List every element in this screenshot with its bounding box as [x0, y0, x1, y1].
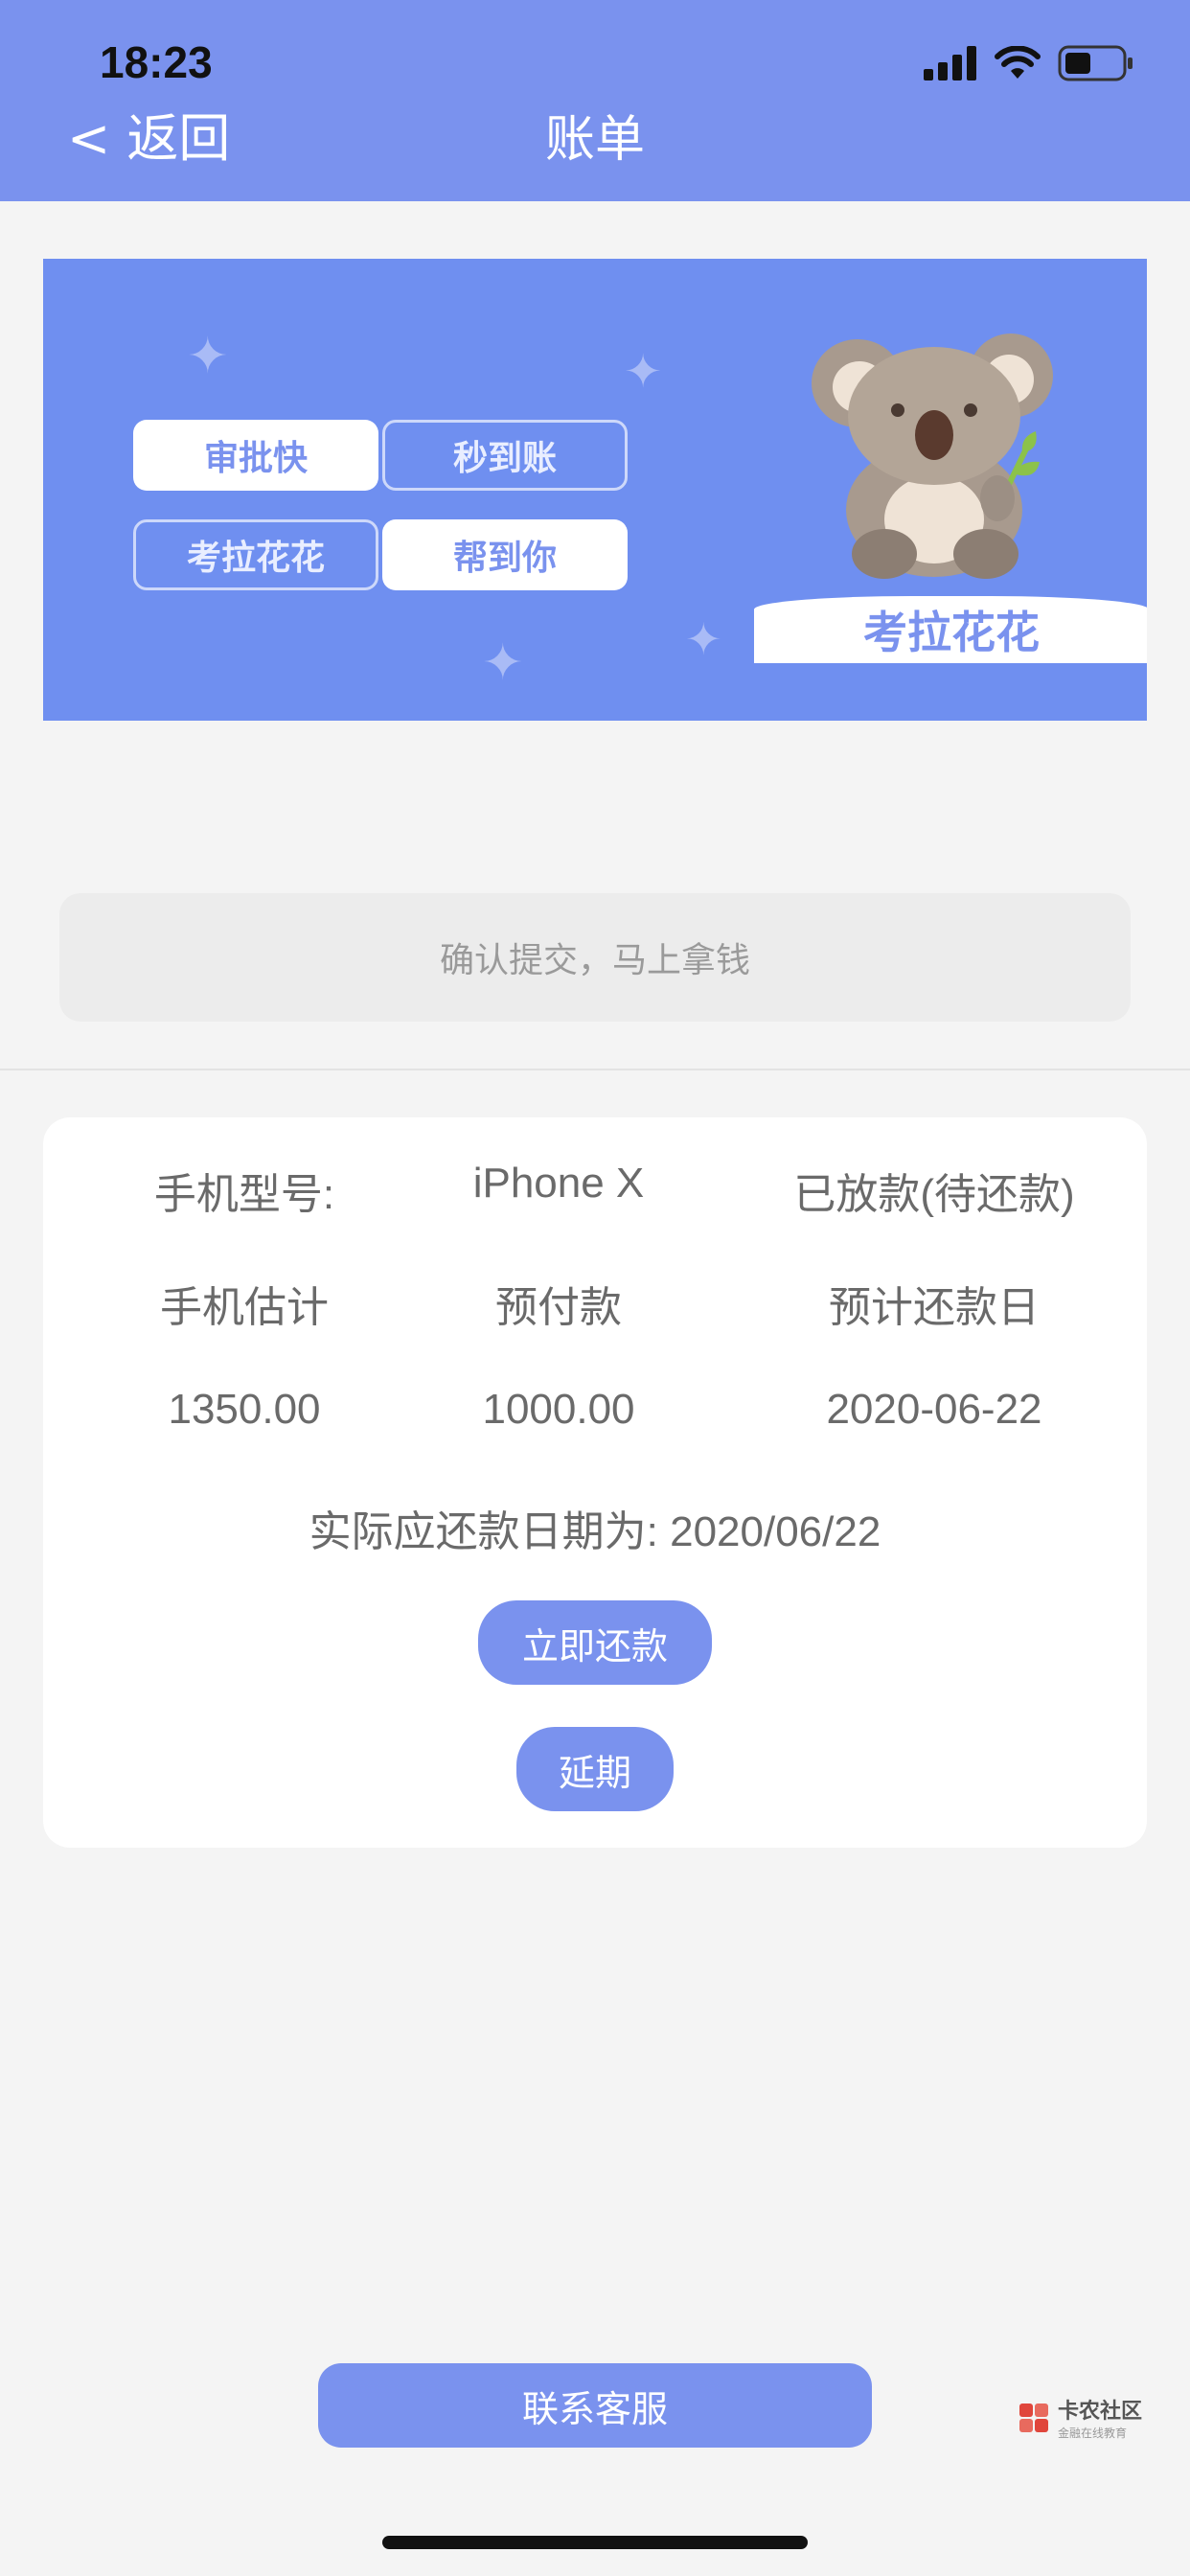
watermark-main-text: 卡农社区: [1058, 2400, 1143, 2424]
prepayment-header: 预付款: [495, 1284, 622, 1331]
koala-illustration: [812, 334, 1053, 579]
signal-icon: [924, 46, 976, 80]
confirm-submit-button[interactable]: 确认提交，马上拿钱: [59, 893, 1131, 1022]
sparkle-icon: ✦: [187, 328, 229, 385]
banner-chip: 审批快: [133, 420, 378, 491]
banner-chip: 帮到你: [382, 519, 628, 590]
bill-card: 手机型号: iPhone X 已放款(待还款) 手机估计 预付款 预计还款日 1…: [43, 1117, 1147, 1848]
confirm-submit-label: 确认提交，马上拿钱: [439, 941, 750, 980]
contact-service-button[interactable]: 联系客服: [318, 2363, 872, 2448]
repay-now-label: 立即还款: [521, 1624, 668, 1668]
phone-estimate-value: 1350.00: [168, 1386, 321, 1433]
sparkle-icon: ✦: [624, 345, 663, 399]
repay-now-button[interactable]: 立即还款: [478, 1600, 712, 1685]
header-bar: 18:23 < 返回 账单: [0, 0, 1190, 201]
prepayment-value: 1000.00: [482, 1386, 635, 1433]
home-indicator[interactable]: [382, 2536, 808, 2549]
expected-repay-date-header: 预计还款日: [829, 1284, 1040, 1331]
loan-status: 已放款(待还款): [793, 1171, 1075, 1218]
contact-service-label: 联系客服: [521, 2387, 668, 2430]
banner-chip: 秒到账: [382, 420, 628, 491]
status-time: 18:23: [100, 37, 213, 87]
sparkle-icon: ✦: [482, 634, 524, 692]
expected-repay-date-value: 2020-06-22: [826, 1386, 1042, 1433]
status-icons: [924, 44, 1134, 82]
actual-due-date-text: 实际应还款日期为: 2020/06/22: [309, 1508, 881, 1555]
extend-button[interactable]: 延期: [516, 1727, 674, 1811]
extend-label: 延期: [558, 1751, 631, 1794]
watermark-sub-text: 金融在线教育: [1058, 2426, 1128, 2440]
phone-model-label: 手机型号:: [153, 1171, 335, 1218]
phone-estimate-header: 手机估计: [160, 1284, 329, 1331]
promo-banner: ✦ ✦ ✦ ✦ 审批快 秒到账 考拉花花 帮到你 考拉花花: [43, 259, 1147, 721]
sparkle-icon: ✦: [685, 613, 722, 665]
watermark: 卡农社区 金融在线教育: [1018, 2394, 1142, 2441]
banner-chip: 考拉花花: [133, 519, 378, 590]
watermark-logo-icon: [1019, 2403, 1048, 2432]
wifi-icon: [995, 46, 1041, 79]
banner-brand-label: 考拉花花: [754, 596, 1147, 663]
phone-model-value: iPhone X: [472, 1160, 645, 1207]
battery-icon: [1058, 45, 1133, 81]
page-title: 账单: [544, 111, 645, 169]
section-divider: [0, 1069, 1190, 1070]
